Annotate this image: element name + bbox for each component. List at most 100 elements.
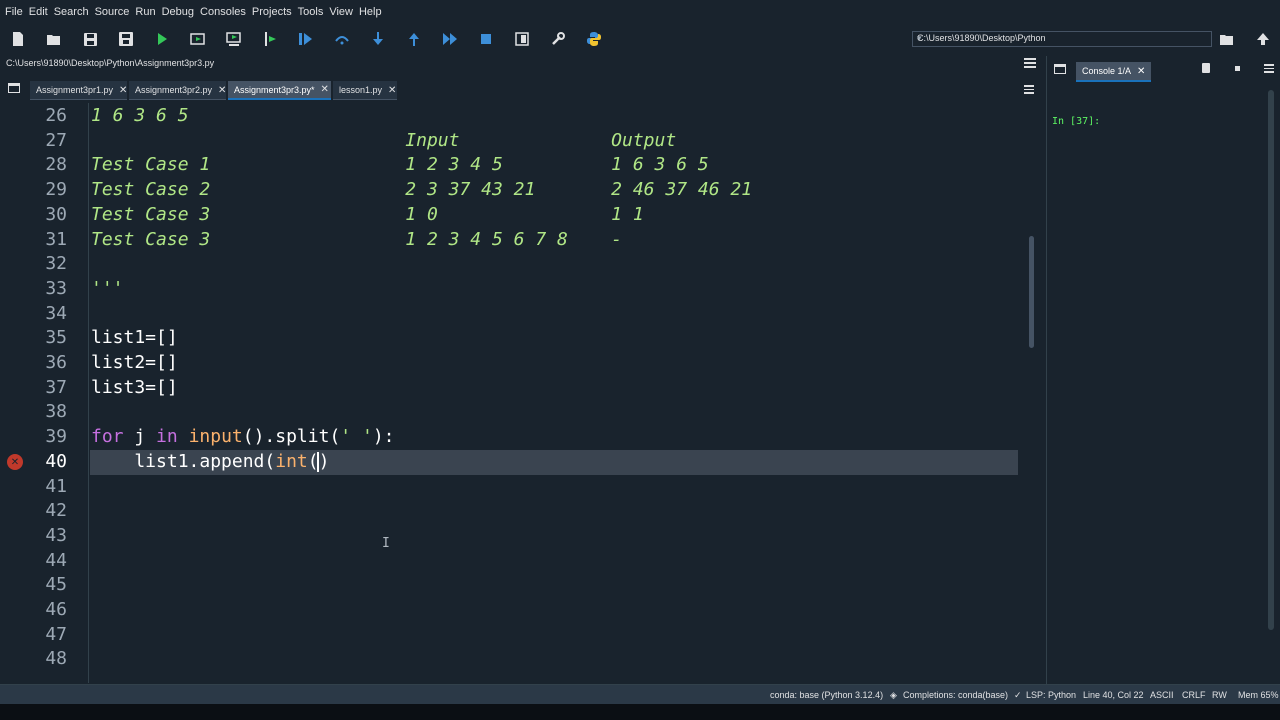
save-all-icon[interactable] (117, 30, 135, 48)
status-lsp[interactable]: LSP: Python (1026, 690, 1076, 700)
code-token: j (123, 426, 157, 447)
code-editor[interactable]: ✕ 26 27 28 29 30 31 32 33 34 35 36 37 38… (0, 103, 1040, 683)
tab-lesson1[interactable]: lesson1.py ✕ (333, 81, 397, 100)
close-icon[interactable]: ✕ (1137, 66, 1145, 77)
maximize-pane-icon[interactable] (513, 30, 531, 48)
interrupt-kernel-icon[interactable] (1235, 66, 1240, 71)
status-bar: conda: base (Python 3.12.4) ◈ Completion… (0, 684, 1280, 704)
preferences-icon[interactable] (549, 30, 567, 48)
line-number: 30 (45, 204, 67, 225)
parent-dir-icon[interactable] (1254, 30, 1272, 48)
keyword-in: in (156, 426, 178, 447)
menu-view[interactable]: View (328, 6, 354, 18)
status-encoding: ASCII (1150, 690, 1174, 700)
console-scrollbar[interactable] (1268, 90, 1274, 630)
code-line-30: Test Case 3 1 0 1 1 (91, 204, 644, 225)
remove-variables-icon[interactable] (1202, 63, 1210, 73)
code-token: ): (372, 426, 395, 447)
menu-run[interactable]: Run (134, 6, 156, 18)
save-icon[interactable] (81, 30, 99, 48)
browse-consoles-icon[interactable] (1054, 64, 1066, 74)
menu-bar: File Edit Search Source Run Debug Consol… (0, 0, 1280, 24)
run-cell-advance-icon[interactable] (225, 30, 243, 48)
screen-bottom-bar (0, 704, 1280, 720)
code-line-31: Test Case 3 1 2 3 4 5 6 7 8 - (91, 229, 623, 250)
tab-label: Assignment3pr2.py (135, 85, 213, 95)
line-number: 38 (45, 401, 67, 422)
open-file-icon[interactable] (45, 30, 63, 48)
code-token: ().split( (242, 426, 341, 447)
line-number: 43 (45, 525, 67, 546)
run-cell-icon[interactable] (189, 30, 207, 48)
line-number-current: 40 (45, 451, 67, 472)
menu-debug[interactable]: Debug (161, 6, 195, 18)
stop-debug-icon[interactable] (477, 30, 495, 48)
line-number: 36 (45, 352, 67, 373)
tab-assignment3pr3[interactable]: Assignment3pr3.py* ✕ (228, 81, 331, 100)
tab-label: lesson1.py (339, 85, 383, 95)
code-token: ) (318, 451, 330, 472)
menu-consoles[interactable]: Consoles (199, 6, 247, 18)
close-icon[interactable]: ✕ (119, 85, 127, 96)
debug-icon[interactable] (297, 30, 315, 48)
run-selection-icon[interactable] (261, 30, 279, 48)
tab-assignment3pr2[interactable]: Assignment3pr2.py ✕ (129, 81, 226, 100)
console-prompt[interactable]: In [37]: (1052, 116, 1100, 127)
console-menu-icon[interactable] (1264, 64, 1274, 73)
menu-tools[interactable]: Tools (297, 6, 325, 18)
breakpoint-icon[interactable]: ✕ (7, 454, 23, 470)
working-directory-combo[interactable]: C:\Users\91890\Desktop\Python ▾ (912, 31, 1212, 47)
tab-console-1a[interactable]: Console 1/A ✕ (1076, 62, 1152, 82)
close-icon[interactable]: ✕ (321, 84, 329, 95)
run-icon[interactable] (153, 30, 171, 48)
line-number: 48 (45, 648, 67, 669)
menu-edit[interactable]: Edit (28, 6, 49, 18)
ibeam-cursor-icon: I (382, 536, 390, 551)
code-line-35: list1=[] (91, 327, 178, 348)
step-into-icon[interactable] (369, 30, 387, 48)
step-return-icon[interactable] (405, 30, 423, 48)
code-line-37: list3=[] (91, 377, 178, 398)
pane-menu-icon[interactable] (1024, 58, 1036, 68)
scrollbar-thumb[interactable] (1029, 236, 1034, 348)
close-icon[interactable]: ✕ (218, 85, 226, 96)
status-memory: Mem 65% (1238, 690, 1279, 700)
code-line-33: ''' (91, 278, 124, 299)
browse-tabs-icon[interactable] (8, 83, 20, 93)
new-file-icon[interactable] (9, 30, 27, 48)
menu-help[interactable]: Help (358, 6, 383, 18)
close-icon[interactable]: ✕ (388, 85, 396, 96)
status-eol: CRLF (1182, 690, 1206, 700)
line-number: 37 (45, 377, 67, 398)
menu-source[interactable]: Source (94, 6, 131, 18)
menu-search[interactable]: Search (53, 6, 90, 18)
tab-label: Assignment3pr1.py (36, 85, 114, 95)
ipython-console-pane[interactable] (1046, 56, 1280, 684)
line-number: 27 (45, 130, 67, 151)
step-icon[interactable] (333, 30, 351, 48)
line-number: 28 (45, 154, 67, 175)
code-line-29: Test Case 2 2 3 37 43 21 2 46 37 46 21 (91, 179, 753, 200)
code-line-27: Input Output (91, 130, 677, 151)
tab-label: Console 1/A (1082, 66, 1132, 76)
builtin-int: int (275, 451, 308, 472)
line-number: 34 (45, 303, 67, 324)
string-literal: ' ' (340, 426, 373, 447)
status-env[interactable]: conda: base (Python 3.12.4) (770, 690, 883, 700)
line-number: 33 (45, 278, 67, 299)
tab-label: Assignment3pr3.py* (234, 84, 315, 95)
spyder-window: File Edit Search Source Run Debug Consol… (0, 0, 1280, 720)
tabs-menu-icon[interactable] (1024, 85, 1034, 94)
line-number: 26 (45, 105, 67, 126)
editor-scrollbar[interactable] (1026, 106, 1036, 680)
menu-file[interactable]: File (4, 6, 24, 18)
status-completions[interactable]: Completions: conda(base) (903, 690, 1008, 700)
editor-file-path: C:\Users\91890\Desktop\Python\Assignment… (6, 58, 215, 68)
browse-folder-icon[interactable] (1218, 30, 1236, 48)
menu-projects[interactable]: Projects (251, 6, 293, 18)
python-path-icon[interactable] (585, 30, 603, 48)
tab-assignment3pr1[interactable]: Assignment3pr1.py ✕ (30, 81, 127, 100)
line-number: 32 (45, 253, 67, 274)
continue-icon[interactable] (441, 30, 459, 48)
code-token: list1.append( (91, 451, 276, 472)
